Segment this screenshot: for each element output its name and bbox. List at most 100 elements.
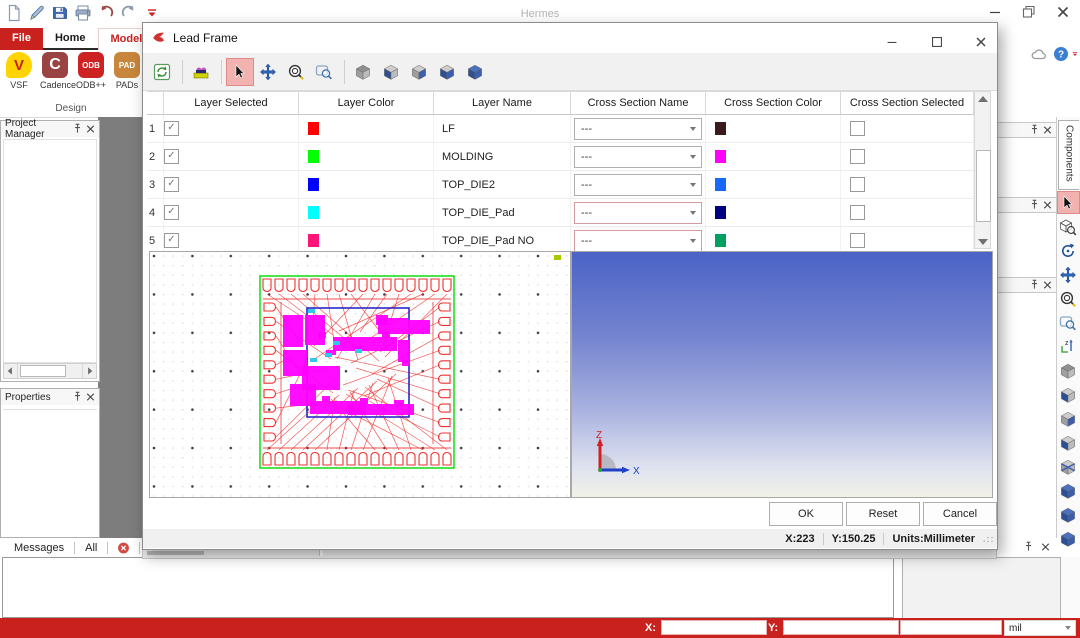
resize-grip[interactable]: .:: xyxy=(983,534,997,544)
view-cube-right-icon[interactable] xyxy=(406,59,432,85)
layer-color-swatch[interactable] xyxy=(308,178,319,191)
view-cube-back-icon[interactable] xyxy=(1058,456,1079,477)
zoom-icon[interactable] xyxy=(1058,288,1079,309)
leadframe-3d-view[interactable]: Z X xyxy=(571,251,993,498)
scrollbar-thumb[interactable] xyxy=(20,365,66,377)
zoom-icon[interactable] xyxy=(283,59,309,85)
tab-home[interactable]: Home xyxy=(43,28,98,50)
cross-section-dropdown[interactable]: --- xyxy=(574,118,702,140)
layer-color-swatch[interactable] xyxy=(308,150,319,163)
unit-select[interactable]: mil xyxy=(1004,620,1076,636)
view-cube-iso-icon[interactable] xyxy=(1058,504,1079,525)
view-cube-top-icon[interactable] xyxy=(350,59,376,85)
close-button[interactable] xyxy=(1050,2,1076,22)
dialog-maximize-button[interactable] xyxy=(921,27,951,49)
layer-selected-checkbox[interactable]: ✓ xyxy=(164,205,179,220)
cross-section-color-swatch[interactable] xyxy=(715,150,726,163)
view-cube-iso-icon[interactable] xyxy=(1058,480,1079,501)
project-manager-hscrollbar[interactable] xyxy=(3,363,97,379)
dialog-titlebar[interactable]: Lead Frame xyxy=(143,23,997,53)
table-row[interactable]: 4✓TOP_DIE_Pad--- xyxy=(147,199,991,227)
z-coord-input[interactable] xyxy=(900,620,1002,635)
cross-section-dropdown[interactable]: --- xyxy=(574,230,702,252)
layer-color-swatch[interactable] xyxy=(308,206,319,219)
cross-section-checkbox[interactable] xyxy=(850,177,865,192)
z-axis-icon[interactable]: z xyxy=(1058,336,1079,357)
close-icon[interactable] xyxy=(84,391,97,404)
pin-icon[interactable] xyxy=(1028,279,1041,292)
ribbon-item-odb[interactable]: ODBODB++ xyxy=(76,50,106,103)
x-coord-input[interactable] xyxy=(661,620,767,635)
cross-section-checkbox[interactable] xyxy=(850,233,865,248)
minimize-button[interactable] xyxy=(982,2,1008,22)
pan-icon[interactable] xyxy=(255,59,281,85)
tab-file[interactable]: File xyxy=(0,28,43,50)
column-header[interactable]: Layer Selected xyxy=(164,92,299,114)
view-cube-left-icon[interactable] xyxy=(378,59,404,85)
zoom-window-icon[interactable] xyxy=(311,59,337,85)
pin-icon[interactable] xyxy=(71,123,84,136)
table-row[interactable]: 2✓MOLDING--- xyxy=(147,143,991,171)
pin-icon[interactable] xyxy=(1028,199,1041,212)
dialog-close-button[interactable] xyxy=(965,27,995,49)
cross-section-checkbox[interactable] xyxy=(850,149,865,164)
pan-icon[interactable] xyxy=(1058,264,1079,285)
dialog-minimize-button[interactable] xyxy=(876,27,906,49)
close-icon[interactable] xyxy=(1041,199,1054,212)
layer-selected-checkbox[interactable]: ✓ xyxy=(164,149,179,164)
cancel-button[interactable]: Cancel xyxy=(923,502,997,526)
y-coord-input[interactable] xyxy=(783,620,899,635)
layer-selected-checkbox[interactable]: ✓ xyxy=(164,233,179,248)
leadframe-2d-view[interactable] xyxy=(149,251,571,498)
column-header[interactable]: Layer Color xyxy=(299,92,434,114)
layer-color-swatch[interactable] xyxy=(308,234,319,247)
scrollbar-thumb[interactable] xyxy=(976,150,991,222)
project-manager-tree[interactable] xyxy=(3,139,97,363)
cloud-icon[interactable] xyxy=(1030,46,1048,64)
table-row[interactable]: 3✓TOP_DIE2--- xyxy=(147,171,991,199)
cross-section-dropdown[interactable]: --- xyxy=(574,146,702,168)
view-cube-front-icon[interactable] xyxy=(434,59,460,85)
view-cube-iso-icon[interactable] xyxy=(1058,528,1079,549)
view-cube-left-icon[interactable] xyxy=(1058,384,1079,405)
view-cube-front-icon[interactable] xyxy=(1058,432,1079,453)
reload-icon[interactable] xyxy=(149,59,175,85)
scroll-up-icon[interactable] xyxy=(975,92,990,107)
rotate-view-icon[interactable] xyxy=(1058,240,1079,261)
cross-section-color-swatch[interactable] xyxy=(715,206,726,219)
cross-section-dropdown[interactable]: --- xyxy=(574,202,702,224)
close-icon[interactable] xyxy=(84,123,97,136)
scroll-left-icon[interactable] xyxy=(4,364,18,378)
column-header[interactable]: Cross Section Name xyxy=(571,92,706,114)
reset-button[interactable]: Reset xyxy=(846,502,920,526)
ribbon-item-cadence[interactable]: CCadence xyxy=(40,50,70,103)
zoom-window-icon[interactable] xyxy=(1058,312,1079,333)
ribbon-item-vsf[interactable]: VVSF xyxy=(4,50,34,103)
select-arrow-icon[interactable] xyxy=(1058,192,1079,213)
tab-all[interactable]: All xyxy=(75,542,107,554)
cross-section-color-swatch[interactable] xyxy=(715,178,726,191)
view-cube-iso-icon[interactable] xyxy=(462,59,488,85)
select-arrow-icon[interactable] xyxy=(227,59,253,85)
layer-stack-icon[interactable] xyxy=(188,59,214,85)
errors-filter-icon[interactable] xyxy=(116,540,131,555)
ok-button[interactable]: OK xyxy=(769,502,843,526)
cross-section-dropdown[interactable]: --- xyxy=(574,174,702,196)
view-cube-top-icon[interactable] xyxy=(1058,360,1079,381)
cross-section-checkbox[interactable] xyxy=(850,205,865,220)
view-cube-right-icon[interactable] xyxy=(1058,408,1079,429)
column-header[interactable]: Cross Section Selected xyxy=(841,92,974,114)
close-icon[interactable] xyxy=(1041,279,1054,292)
scrollbar-thumb[interactable] xyxy=(147,551,204,555)
table-row[interactable]: 1✓LF--- xyxy=(147,115,991,143)
pin-icon[interactable] xyxy=(1022,540,1035,553)
table-vscrollbar[interactable] xyxy=(974,91,991,249)
properties-content[interactable] xyxy=(3,409,97,535)
column-header[interactable]: Cross Section Color xyxy=(706,92,841,114)
ribbon-item-pads[interactable]: PADPADs xyxy=(112,50,142,103)
main-hscrollbar[interactable] xyxy=(142,549,997,559)
layer-selected-checkbox[interactable]: ✓ xyxy=(164,121,179,136)
scroll-right-icon[interactable] xyxy=(82,364,96,378)
help-icon[interactable]: ? xyxy=(1052,45,1070,63)
help-menu-caret-icon[interactable] xyxy=(1070,48,1080,60)
